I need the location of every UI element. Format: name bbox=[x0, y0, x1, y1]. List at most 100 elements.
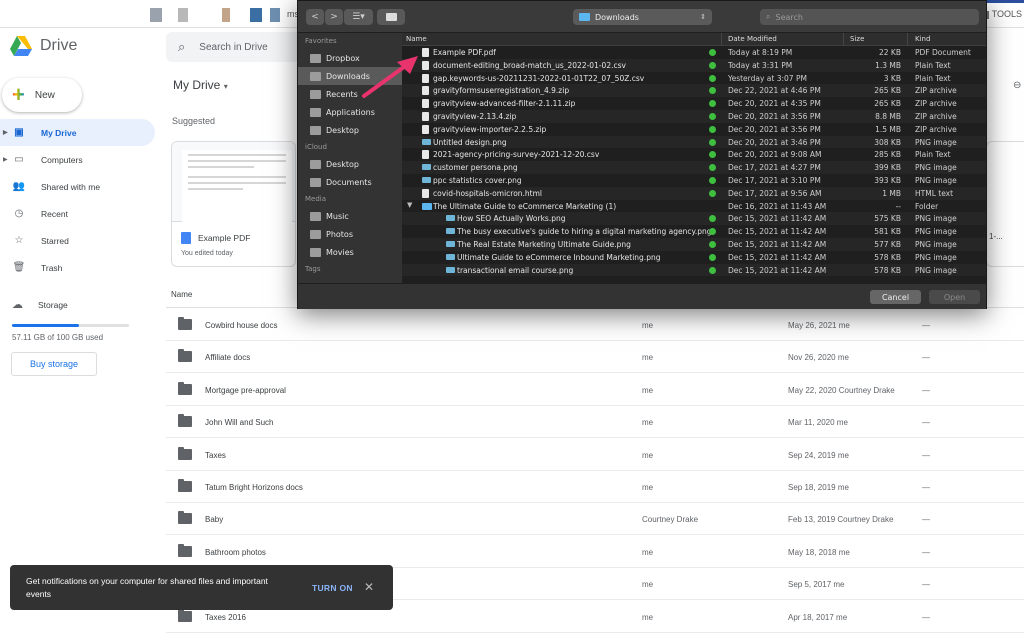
sidebar-item-recent[interactable]: ◷ Recent bbox=[0, 200, 155, 227]
sidebar-item-starred[interactable]: ☆ Starred bbox=[0, 227, 155, 254]
file-row[interactable]: John Will and Such me Mar 11, 2020 me — bbox=[166, 406, 1024, 439]
new-folder-button[interactable] bbox=[377, 9, 405, 25]
dialog-file-row[interactable]: document-editing_broad-match_us_2022-01-… bbox=[402, 58, 986, 72]
dialog-sidebar-item[interactable]: Desktop bbox=[298, 121, 402, 139]
search-icon[interactable]: ⌕ bbox=[178, 39, 185, 55]
cancel-button[interactable]: Cancel bbox=[870, 290, 921, 304]
dialog-file-date: Dec 22, 2021 at 4:46 PM bbox=[728, 86, 821, 96]
expand-caret-icon[interactable]: ▶ bbox=[3, 156, 8, 163]
dialog-sidebar-item[interactable]: Music bbox=[298, 207, 402, 225]
back-button[interactable]: < bbox=[306, 9, 324, 25]
search-input[interactable]: Search in Drive bbox=[199, 42, 267, 53]
suggested-file-card[interactable]: Example PDF You edited today bbox=[171, 141, 296, 267]
sidebar-section-label: iCloud bbox=[305, 143, 327, 151]
sidebar-item-trash[interactable]: 🗑 Trash bbox=[0, 254, 155, 281]
thumbnail-line bbox=[188, 154, 286, 156]
dialog-file-row[interactable]: transactional email course.png Dec 15, 20… bbox=[402, 263, 986, 277]
dialog-search-field[interactable]: ⌕ Search bbox=[760, 9, 979, 25]
clock-icon: ◷ bbox=[14, 208, 24, 219]
image-file-icon bbox=[422, 176, 431, 183]
dialog-file-row[interactable]: gravityformsuserregistration_4.9.zip Dec … bbox=[402, 84, 986, 98]
dialog-sidebar-item[interactable]: Movies bbox=[298, 243, 402, 261]
dialog-sidebar-label: Desktop bbox=[326, 159, 359, 169]
layout-toggle-icon[interactable]: ⊖ bbox=[1013, 80, 1021, 91]
file-row[interactable]: Baby Courtney Drake Feb 13, 2019 Courtney … bbox=[166, 503, 1024, 536]
suggested-file-card-2[interactable]: 1-... bbox=[986, 141, 1024, 267]
dialog-file-kind: PNG image bbox=[915, 252, 957, 262]
file-row[interactable]: Cowbird house docs me May 26, 2021 me — bbox=[166, 309, 1024, 341]
disclosure-triangle-icon[interactable]: ▼ bbox=[407, 201, 412, 209]
dialog-folder-row[interactable]: ▼ The Ultimate Guide to eCommerce Marketi… bbox=[402, 200, 986, 213]
dialog-file-date: Dec 20, 2021 at 3:56 PM bbox=[728, 124, 821, 134]
dialog-file-kind: Plain Text bbox=[915, 60, 951, 70]
file-row[interactable]: Taxes me Sep 24, 2019 me — bbox=[166, 439, 1024, 471]
dialog-sidebar-item[interactable]: Documents bbox=[298, 173, 402, 191]
dialog-sidebar-item[interactable]: Desktop bbox=[298, 155, 402, 173]
file-row[interactable]: Affiliate docs me Nov 26, 2020 me — bbox=[166, 341, 1024, 374]
file-row[interactable]: Bathroom photos me May 18, 2018 me — bbox=[166, 536, 1024, 568]
document-icon bbox=[422, 124, 429, 134]
storage-link[interactable]: ☁ Storage bbox=[12, 298, 68, 311]
column-header-kind[interactable]: Kind bbox=[915, 35, 930, 43]
dialog-file-kind: PNG image bbox=[915, 265, 957, 275]
dialog-file-kind: PNG image bbox=[915, 214, 957, 224]
dialog-sidebar-item[interactable]: Downloads bbox=[298, 67, 402, 85]
dialog-file-row[interactable]: The Real Estate Marketing Ultimate Guide… bbox=[402, 237, 986, 251]
file-row[interactable]: Tatum Bright Horizons docs me Sep 18, 2019… bbox=[166, 471, 1024, 503]
file-name: Affiliate docs bbox=[205, 353, 251, 363]
sidebar-item-my-drive[interactable]: ▶ ▣ My Drive bbox=[0, 119, 155, 146]
dialog-sidebar-item[interactable]: Recents bbox=[298, 85, 402, 103]
dialog-file-row[interactable]: covid-hospitals-omicron.html Dec 17, 2021… bbox=[402, 186, 986, 200]
dialog-file-row[interactable]: ppc statistics cover.png Dec 17, 2021 at … bbox=[402, 174, 986, 187]
page-title[interactable]: My Drive ▾ bbox=[173, 78, 228, 92]
dialog-list-header: Name Date Modified Size Kind bbox=[402, 33, 986, 46]
new-button[interactable]: + New bbox=[2, 78, 82, 112]
column-header-date[interactable]: Date Modified bbox=[728, 35, 777, 43]
dialog-sidebar-label: Applications bbox=[326, 107, 375, 117]
sidebar-item-shared[interactable]: 👥 Shared with me bbox=[0, 173, 155, 200]
dialog-sidebar-item[interactable]: Applications bbox=[298, 103, 402, 121]
dialog-file-row[interactable]: gravityview-advanced-filter-2.1.11.zip De… bbox=[402, 97, 986, 110]
dialog-file-row[interactable]: gravityview-importer-2.2.5.zip Dec 20, 20… bbox=[402, 123, 986, 136]
open-button[interactable]: Open bbox=[929, 290, 980, 304]
file-owner: Courtney Drake bbox=[642, 515, 699, 525]
dialog-sidebar-item[interactable]: Photos bbox=[298, 225, 402, 243]
dialog-file-row[interactable]: Example PDF.pdf Today at 8:19 PM 22 KB PDF … bbox=[402, 46, 986, 59]
file-modified: May 18, 2018 me bbox=[788, 548, 850, 557]
synced-check-icon bbox=[709, 266, 716, 274]
close-icon[interactable]: ✕ bbox=[364, 580, 374, 594]
dialog-file-row[interactable]: The busy executive's guide to hiring a d… bbox=[402, 225, 986, 238]
file-owner: me bbox=[642, 418, 654, 428]
dialog-file-row[interactable]: gap.keywords-us-20211231-2022-01-01T22_0… bbox=[402, 72, 986, 85]
dialog-file-row[interactable]: gravityview-2.13.4.zip Dec 20, 2021 at 3:… bbox=[402, 109, 986, 123]
dialog-file-row[interactable]: 2021-agency-pricing-survey-2021-12-20.cs… bbox=[402, 148, 986, 161]
file-modified-date: Nov 26, 2020 bbox=[788, 353, 836, 363]
file-row[interactable]: Mortgage pre-approval me May 22, 2020 Cour… bbox=[166, 374, 1024, 406]
dialog-file-date: Dec 17, 2021 at 9:56 AM bbox=[728, 188, 822, 198]
sidebar-item-label: Shared with me bbox=[41, 181, 101, 192]
forward-button[interactable]: > bbox=[325, 9, 343, 25]
view-options-button[interactable]: ☰▾ bbox=[344, 9, 373, 25]
dialog-file-name: customer persona.png bbox=[433, 163, 518, 173]
dialog-file-row[interactable]: Untitled design.png Dec 20, 2021 at 3:46 … bbox=[402, 135, 986, 149]
buy-storage-button[interactable]: Buy storage bbox=[11, 352, 97, 376]
dialog-sidebar-item[interactable]: Dropbox bbox=[298, 49, 402, 67]
file-modified-by: me bbox=[837, 353, 849, 363]
dialog-file-row[interactable]: How SEO Actually Works.png Dec 15, 2021 a… bbox=[402, 212, 986, 226]
column-header-size[interactable]: Size bbox=[850, 35, 864, 43]
dialog-file-size: 581 KB bbox=[874, 227, 901, 237]
dialog-file-row[interactable]: Ultimate Guide to eCommerce Inbound Mark… bbox=[402, 251, 986, 264]
drive-logo[interactable]: Drive bbox=[10, 36, 77, 56]
turn-on-button[interactable]: TURN ON bbox=[312, 583, 353, 593]
file-modified-date: May 18, 2018 bbox=[788, 547, 837, 557]
thumbnail-line bbox=[188, 188, 243, 190]
thumbnail-line bbox=[188, 160, 286, 162]
column-header-name[interactable]: Name bbox=[406, 35, 427, 43]
blurred-extensions bbox=[250, 8, 262, 22]
location-popup[interactable]: Downloads ⇕ bbox=[573, 9, 712, 25]
expand-caret-icon[interactable]: ▶ bbox=[3, 129, 8, 136]
name-column-header[interactable]: Name bbox=[171, 290, 192, 299]
dialog-file-row[interactable]: customer persona.png Dec 17, 2021 at 4:27… bbox=[402, 161, 986, 174]
sidebar-item-computers[interactable]: ▶ ▭ Computers bbox=[0, 146, 155, 173]
image-file-icon bbox=[422, 164, 431, 171]
